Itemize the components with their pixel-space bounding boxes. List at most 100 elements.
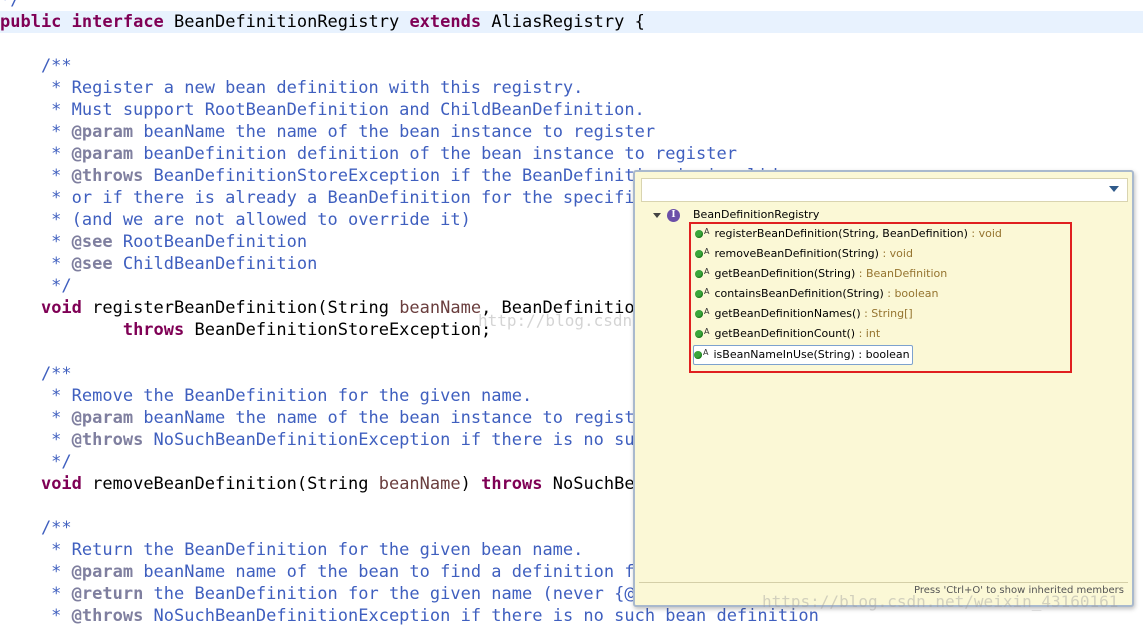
code-token: *	[0, 144, 72, 164]
code-token: void	[40, 298, 82, 318]
abstract-marker: A	[704, 287, 710, 296]
code-token: @throws	[71, 430, 144, 450]
method-signature: removeBeanDefinition(String)	[714, 247, 879, 260]
abstract-marker: A	[704, 227, 710, 236]
code-line[interactable]: /**	[0, 517, 72, 539]
public-method-icon	[694, 351, 702, 359]
code-line[interactable]: throws BeanDefinitionStoreException;	[0, 319, 491, 341]
view-menu-dropdown-icon[interactable]	[1109, 186, 1119, 192]
public-method-icon	[695, 290, 703, 298]
method-return-type: : int	[855, 327, 881, 340]
code-line[interactable]: public interface BeanDefinitionRegistry …	[0, 11, 1143, 33]
code-token: * or if there is already a BeanDefinitio…	[0, 188, 656, 208]
code-token: ChildBeanDefinition	[112, 254, 318, 274]
code-token: throws	[481, 474, 543, 494]
method-return-type: : boolean	[883, 287, 939, 300]
outline-method-item[interactable]: AgetBeanDefinitionCount() : int	[695, 325, 880, 343]
code-token: extends	[409, 12, 482, 32]
code-token: *	[0, 254, 72, 274]
code-line[interactable]: * or if there is already a BeanDefinitio…	[0, 187, 655, 209]
public-method-icon	[695, 250, 703, 258]
code-token: beanName	[399, 298, 482, 318]
code-line[interactable]: * (and we are not allowed to override it…	[0, 209, 471, 231]
code-token: @see	[71, 254, 113, 274]
code-token: @see	[71, 232, 113, 252]
public-method-icon	[695, 310, 703, 318]
outline-method-item[interactable]: AregisterBeanDefinition(String, BeanDefi…	[695, 225, 1002, 243]
method-signature: isBeanNameInUse(String) : boolean	[713, 348, 910, 361]
code-token: @param	[71, 122, 134, 142]
method-return-type: : void	[878, 247, 913, 260]
code-line[interactable]: /**	[0, 55, 72, 77]
code-line[interactable]: * @param beanName name of the bean to fi…	[0, 561, 655, 583]
code-token: /**	[0, 518, 72, 538]
outline-method-item[interactable]: AgetBeanDefinitionNames() : String[]	[695, 305, 913, 323]
code-line[interactable]: * @param beanName the name of the bean i…	[0, 407, 655, 429]
abstract-marker: A	[704, 327, 710, 336]
outline-root-label: BeanDefinitionRegistry	[693, 208, 820, 221]
code-line[interactable]: * @param beanName the name of the bean i…	[0, 121, 655, 143]
abstract-marker: A	[703, 348, 709, 357]
code-line[interactable]: * @throws NoSuchBeanDefinitionException …	[0, 605, 819, 627]
code-line[interactable]: * @param beanDefinition definition of th…	[0, 143, 737, 165]
method-signature: getBeanDefinitionNames()	[714, 307, 861, 320]
outline-filter-input[interactable]	[641, 178, 1128, 202]
code-token: *	[0, 408, 72, 428]
code-token: removeBeanDefinition(String	[81, 474, 379, 494]
outline-status-bar: Press 'Ctrl+O' to show inherited members	[639, 582, 1128, 601]
code-line[interactable]: * @see RootBeanDefinition	[0, 231, 307, 253]
code-token: *	[0, 606, 72, 626]
code-token: *	[0, 122, 72, 142]
code-token: throws	[122, 320, 185, 340]
code-token: void	[40, 474, 82, 494]
outline-method-item[interactable]: AremoveBeanDefinition(String) : void	[695, 245, 913, 263]
outline-method-item[interactable]: AisBeanNameInUse(String) : boolean	[693, 345, 913, 365]
code-token: */	[0, 276, 72, 296]
public-method-icon	[695, 330, 703, 338]
code-token: /**	[0, 364, 72, 384]
code-token: , BeanDefinition	[481, 298, 656, 318]
code-line[interactable]: void registerBeanDefinition(String beanN…	[0, 297, 655, 319]
code-token: beanName the name of the bean instance t…	[133, 122, 656, 142]
abstract-marker: A	[704, 267, 710, 276]
outline-method-item[interactable]: AcontainsBeanDefinition(String) : boolea…	[695, 285, 938, 303]
code-token: RootBeanDefinition	[112, 232, 308, 252]
abstract-marker: A	[704, 247, 710, 256]
method-signature: registerBeanDefinition(String, BeanDefin…	[714, 227, 968, 240]
code-token: * (and we are not allowed to override it…	[0, 210, 471, 230]
code-token: *	[0, 584, 72, 604]
code-line[interactable]: /**	[0, 363, 72, 385]
code-token: AliasRegistry {	[481, 12, 645, 32]
code-token: *	[0, 562, 72, 582]
code-token: beanName the name of the bean instance t…	[133, 408, 656, 428]
code-line[interactable]: */	[0, 275, 72, 297]
method-return-type: : BeanDefinition	[855, 267, 948, 280]
outline-method-item[interactable]: AgetBeanDefinition(String) : BeanDefinit…	[695, 265, 947, 283]
code-token: @throws	[71, 606, 144, 626]
method-signature: containsBeanDefinition(String)	[714, 287, 884, 300]
code-line[interactable]: * Return the BeanDefinition for the give…	[0, 539, 583, 561]
code-token: NoSuchBeanDefinitionException if there i…	[143, 430, 656, 450]
code-token: *	[0, 232, 72, 252]
abstract-marker: A	[704, 307, 710, 316]
code-token: )	[460, 474, 482, 494]
method-return-type: : void	[967, 227, 1002, 240]
code-line[interactable]: * Must support RootBeanDefinition and Ch…	[0, 99, 645, 121]
code-line[interactable]: */	[0, 0, 20, 11]
collapse-toggle-icon[interactable]	[653, 212, 661, 218]
public-method-icon	[695, 270, 703, 278]
code-token: BeanDefinitionRegistry	[163, 12, 410, 32]
code-line[interactable]: * @see ChildBeanDefinition	[0, 253, 317, 275]
code-line[interactable]: * Remove the BeanDefinition for the give…	[0, 385, 532, 407]
code-line[interactable]: void removeBeanDefinition(String beanNam…	[0, 473, 655, 495]
code-line[interactable]: * Register a new bean definition with th…	[0, 77, 583, 99]
code-token: beanName	[378, 474, 461, 494]
code-line[interactable]: */	[0, 451, 71, 473]
inherited-members-hint: Press 'Ctrl+O' to show inherited members	[913, 585, 1124, 596]
code-line[interactable]: * @throws NoSuchBeanDefinitionException …	[0, 429, 655, 451]
code-token: */	[0, 0, 21, 10]
code-token: @return	[71, 584, 144, 604]
